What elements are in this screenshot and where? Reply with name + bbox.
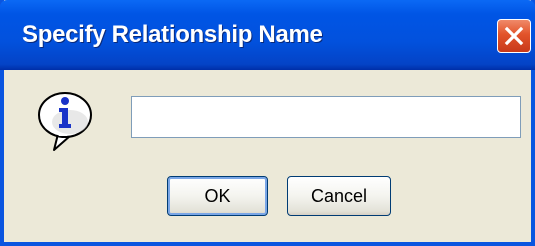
dialog-body: OK Cancel <box>4 70 531 242</box>
close-button[interactable] <box>497 19 531 53</box>
title-bar[interactable]: Specify Relationship Name <box>0 0 535 70</box>
ok-button[interactable]: OK <box>167 176 268 216</box>
dialog-window: Specify Relationship Name OK Cancel <box>0 0 535 246</box>
dialog-title: Specify Relationship Name <box>22 21 323 48</box>
relationship-name-input[interactable] <box>131 96 521 138</box>
info-icon <box>38 92 92 151</box>
close-icon <box>504 26 524 46</box>
cancel-button[interactable]: Cancel <box>287 176 391 216</box>
